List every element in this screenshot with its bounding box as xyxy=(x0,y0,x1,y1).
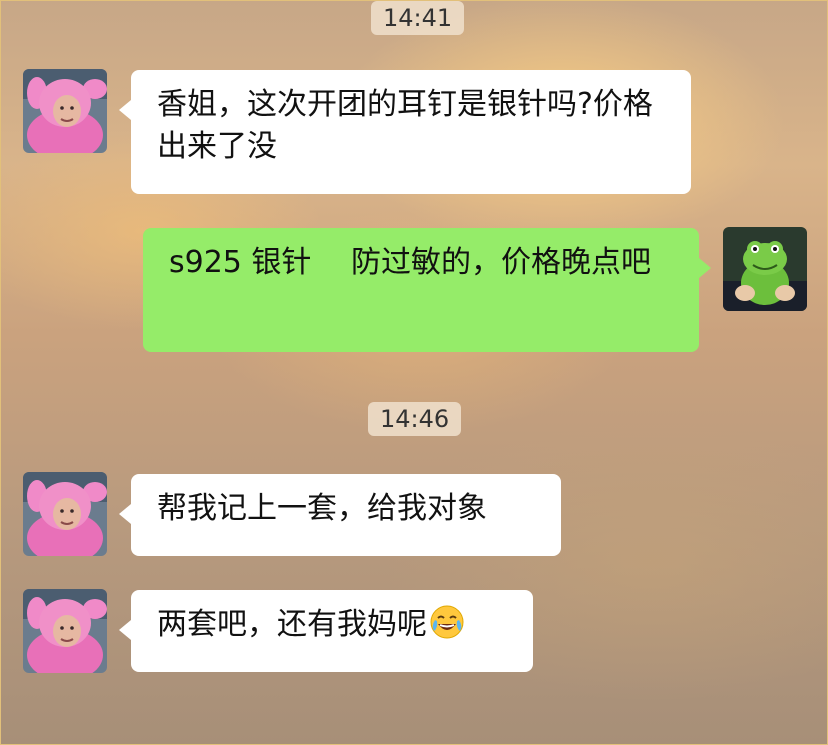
self-avatar[interactable] xyxy=(723,227,807,311)
message-text: 帮我记上一套，给我对象 xyxy=(157,491,487,526)
message-bubble-incoming[interactable]: 帮我记上一套，给我对象 xyxy=(119,474,561,556)
pink-bunny-costume-avatar-icon xyxy=(23,589,107,673)
timestamp-chip: 14:46 xyxy=(368,402,462,436)
timestamp-chip: 14:41 xyxy=(371,1,465,35)
message-text: 两套吧，还有我妈呢 xyxy=(157,607,427,642)
message-bubble-outgoing[interactable]: s925 银针 防过敏的，价格晚点吧 xyxy=(143,228,711,352)
pink-bunny-costume-avatar-icon xyxy=(23,69,107,153)
contact-avatar[interactable] xyxy=(23,472,107,556)
green-frog-plush-avatar-icon xyxy=(723,227,807,311)
message-text: s925 银针 防过敏的，价格晚点吧 xyxy=(169,245,651,280)
laughing-crying-emoji-icon xyxy=(430,605,464,639)
message-bubble-incoming[interactable]: 香姐，这次开团的耳钉是银针吗?价格出来了没 xyxy=(119,70,691,194)
pink-bunny-costume-avatar-icon xyxy=(23,472,107,556)
contact-avatar[interactable] xyxy=(23,589,107,673)
chat-window: 14:41 香姐，这次开团的耳钉是银针吗?价格出来了没 s925 银针 防过敏的… xyxy=(0,0,828,745)
message-bubble-incoming[interactable]: 两套吧，还有我妈呢 xyxy=(119,590,533,672)
message-text: 香姐，这次开团的耳钉是银针吗?价格出来了没 xyxy=(157,87,653,164)
contact-avatar[interactable] xyxy=(23,69,107,153)
